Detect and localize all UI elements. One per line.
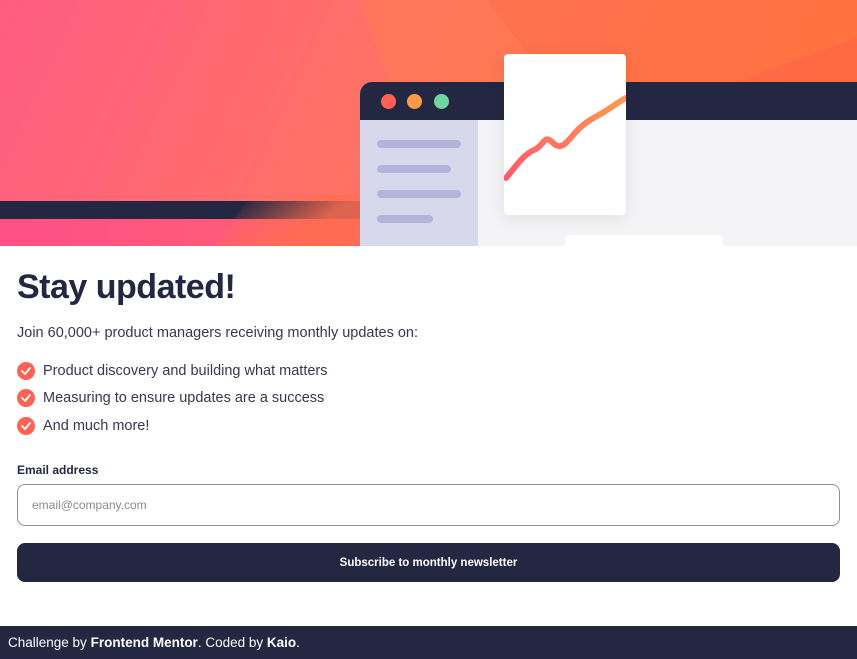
subscribe-button[interactable]: Subscribe to monthly newsletter xyxy=(17,543,840,582)
sidebar-line xyxy=(377,215,433,223)
growth-chart-card xyxy=(503,54,629,215)
window-close-dot-icon xyxy=(381,94,396,109)
attribution-suffix: . xyxy=(296,635,300,650)
feature-item: Measuring to ensure updates are a succes… xyxy=(17,385,328,413)
window-minimize-dot-icon xyxy=(407,94,422,109)
page-title: Stay updated! xyxy=(17,268,236,306)
window-maximize-dot-icon xyxy=(434,94,449,109)
feature-text: And much more! xyxy=(43,417,150,434)
intro-text: Join 60,000+ product managers receiving … xyxy=(17,325,419,341)
sidebar-line xyxy=(377,140,461,148)
feature-text: Measuring to ensure updates are a succes… xyxy=(43,390,325,407)
check-icon xyxy=(17,361,35,380)
check-icon xyxy=(17,389,35,408)
frontend-mentor-link[interactable]: Frontend Mentor xyxy=(91,635,198,650)
email-field[interactable] xyxy=(17,484,840,526)
check-icon xyxy=(17,416,35,435)
email-label: Email address xyxy=(17,463,99,477)
feature-item: And much more! xyxy=(17,412,328,440)
sidebar-line xyxy=(377,190,461,198)
feature-text: Product discovery and building what matt… xyxy=(43,362,328,379)
feature-list: Product discovery and building what matt… xyxy=(17,357,328,440)
dashboard-sidebar xyxy=(360,120,478,246)
attribution-prefix: Challenge by xyxy=(8,635,87,650)
hero-illustration xyxy=(0,0,857,246)
trend-line-icon xyxy=(503,95,629,181)
attribution-middle: . Coded by xyxy=(197,635,264,650)
author-link[interactable]: Kaio xyxy=(267,635,296,650)
sidebar-line xyxy=(377,165,451,173)
dashboard-bottom-tab xyxy=(565,235,723,246)
feature-item: Product discovery and building what matt… xyxy=(17,357,328,385)
attribution-footer: Challenge by Frontend Mentor. Coded by K… xyxy=(0,626,857,659)
